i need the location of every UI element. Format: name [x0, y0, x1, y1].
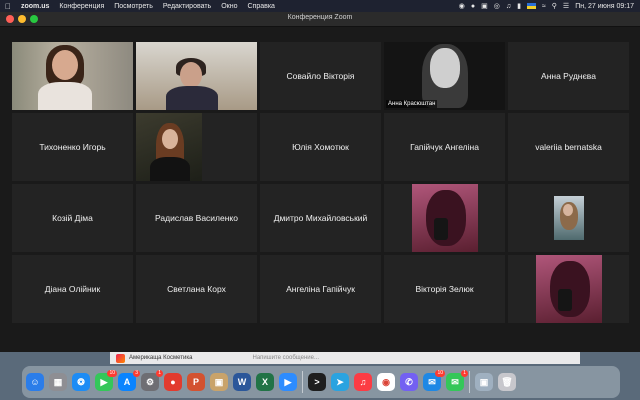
name-tile[interactable]: Анна Руднєва [508, 42, 629, 110]
viber-icon[interactable]: ✆ [400, 373, 418, 391]
trash-icon[interactable]: 🗑 [498, 373, 516, 391]
menu-view[interactable]: Посмотреть [109, 3, 158, 10]
word-icon[interactable]: W [233, 373, 251, 391]
minimized-window-icon[interactable]: ▣ [475, 373, 493, 391]
participant-name: Радислав Василенко [155, 213, 238, 223]
participant-name: Козій Діма [52, 213, 93, 223]
participant-name: Совайло Вікторія [286, 71, 355, 81]
name-tile[interactable]: Тихоненко Игорь [12, 113, 133, 181]
video-tile[interactable] [384, 184, 505, 252]
participant-name: Тихоненко Игорь [39, 142, 106, 152]
participant-video [535, 255, 602, 323]
music-icon[interactable]: ♫ [506, 3, 511, 10]
chat-title: Америкаща Косметика [129, 355, 193, 361]
menu-window[interactable]: Окно [216, 3, 242, 10]
appstore-badge: 3 [133, 370, 140, 377]
facetime-icon[interactable]: ▶ 10 [95, 370, 117, 391]
chat-avatar-icon [116, 353, 125, 363]
name-tile[interactable]: Радислав Василенко [136, 184, 257, 252]
input-source-flag-icon[interactable] [526, 3, 536, 9]
app-red-icon[interactable]: ● [164, 373, 182, 391]
zoom-tray-icon[interactable]: ◉ [459, 2, 465, 10]
messages-badge: 1 [461, 370, 468, 377]
video-tile[interactable] [12, 42, 133, 110]
participant-video [12, 42, 133, 110]
participant-name: valeriia bernatska [535, 142, 602, 152]
video-tile[interactable] [136, 42, 257, 110]
active-speaker-tile[interactable]: Анна Красюштан [384, 42, 505, 110]
participant-video [136, 42, 257, 110]
dock: ☺ ▦ ❂ ▶ 10 A3 ⚙ 1 ● P ▣ W X ▶ > ➤ ♫ ◉ ✆ ✉ 1… [22, 366, 620, 398]
battery-icon[interactable]: ▮ [517, 2, 521, 10]
title-bar: Конференция Zoom [0, 12, 640, 27]
dock-separator [469, 371, 470, 393]
name-tile[interactable]: Гапійчук Ангеліна [384, 113, 505, 181]
participant-name: Діана Олійник [44, 284, 101, 294]
gallery-grid: Совайло Вікторія Анна Красюштан Анна Руд… [12, 42, 632, 324]
menu-app[interactable]: zoom.us [16, 3, 54, 10]
excel-icon[interactable]: X [256, 373, 274, 391]
name-tile[interactable]: valeriia bernatska [508, 113, 629, 181]
zoom-window: Конференция Zoom Совайло Вікторія Анна К… [0, 12, 640, 352]
appstore-icon[interactable]: A3 [118, 370, 140, 391]
mail-icon[interactable]: ✉ 10 [423, 370, 445, 391]
mail-badge: 10 [435, 370, 445, 377]
eye-icon[interactable]: ◎ [494, 2, 500, 10]
participant-video [553, 196, 584, 240]
dock-separator [302, 371, 303, 393]
participant-name: Светлана Корх [167, 284, 226, 294]
powerpoint-icon[interactable]: P [187, 373, 205, 391]
participant-name: Гапійчук Ангеліна [410, 142, 479, 152]
name-tile[interactable]: Совайло Вікторія [260, 42, 381, 110]
menu-conference[interactable]: Конференция [54, 3, 109, 10]
launchpad-icon[interactable]: ▦ [49, 373, 67, 391]
participant-video [411, 184, 478, 252]
name-tile[interactable]: Вікторія Зелюк [384, 255, 505, 323]
settings-badge: 1 [156, 370, 163, 377]
facetime-badge: 10 [107, 370, 117, 377]
settings-icon[interactable]: ⚙ 1 [141, 370, 163, 391]
apple-icon[interactable]:  [0, 2, 16, 11]
control-center-icon[interactable]: ☰ [563, 2, 569, 10]
name-tile[interactable]: Діана Олійник [12, 255, 133, 323]
menu-help[interactable]: Справка [242, 3, 279, 10]
video-tile[interactable] [508, 184, 629, 252]
display-icon[interactable]: ▣ [481, 2, 488, 10]
participant-name: Вікторія Зелюк [415, 284, 474, 294]
participant-name: Дмитро Михайловський [273, 213, 368, 223]
terminal-icon[interactable]: > [308, 373, 326, 391]
app-beige-icon[interactable]: ▣ [210, 373, 228, 391]
chrome-icon[interactable]: ◉ [377, 373, 395, 391]
wifi-icon[interactable]: ≈ [542, 3, 546, 10]
zoom-icon[interactable]: ▶ [279, 373, 297, 391]
music-app-icon[interactable]: ♫ [354, 373, 372, 391]
menu-bar:  zoom.us Конференция Посмотреть Редакти… [0, 0, 640, 12]
participant-name: Юлія Хомотюк [292, 142, 349, 152]
safari-icon[interactable]: ❂ [72, 373, 90, 391]
background-window[interactable]: Америкаща Косметика Напишите сообщение..… [110, 352, 580, 364]
name-tile[interactable]: Ангеліна Гапійчук [260, 255, 381, 323]
participant-video [136, 113, 202, 181]
name-tile[interactable]: Юлія Хомотюк [260, 113, 381, 181]
participant-caption: Анна Красюштан [386, 100, 438, 108]
search-icon[interactable]: ⚲ [552, 2, 557, 10]
message-input[interactable]: Напишите сообщение... [252, 355, 319, 361]
messages-icon[interactable]: ✉ 1 [446, 370, 468, 391]
video-tile[interactable] [136, 113, 257, 181]
name-tile[interactable]: Козій Діма [12, 184, 133, 252]
telegram-icon[interactable]: ➤ [331, 373, 349, 391]
participant-name: Ангеліна Гапійчук [286, 284, 355, 294]
window-title: Конференция Zoom [287, 14, 353, 21]
name-tile[interactable]: Светлана Корх [136, 255, 257, 323]
finder-icon[interactable]: ☺ [26, 373, 44, 391]
status-icon[interactable]: ● [471, 3, 475, 10]
menu-edit[interactable]: Редактировать [158, 3, 216, 10]
clock[interactable]: Пн, 27 июня 09:17 [575, 3, 634, 10]
name-tile[interactable]: Дмитро Михайловський [260, 184, 381, 252]
video-tile[interactable] [508, 255, 629, 323]
participant-name: Анна Руднєва [541, 71, 596, 81]
